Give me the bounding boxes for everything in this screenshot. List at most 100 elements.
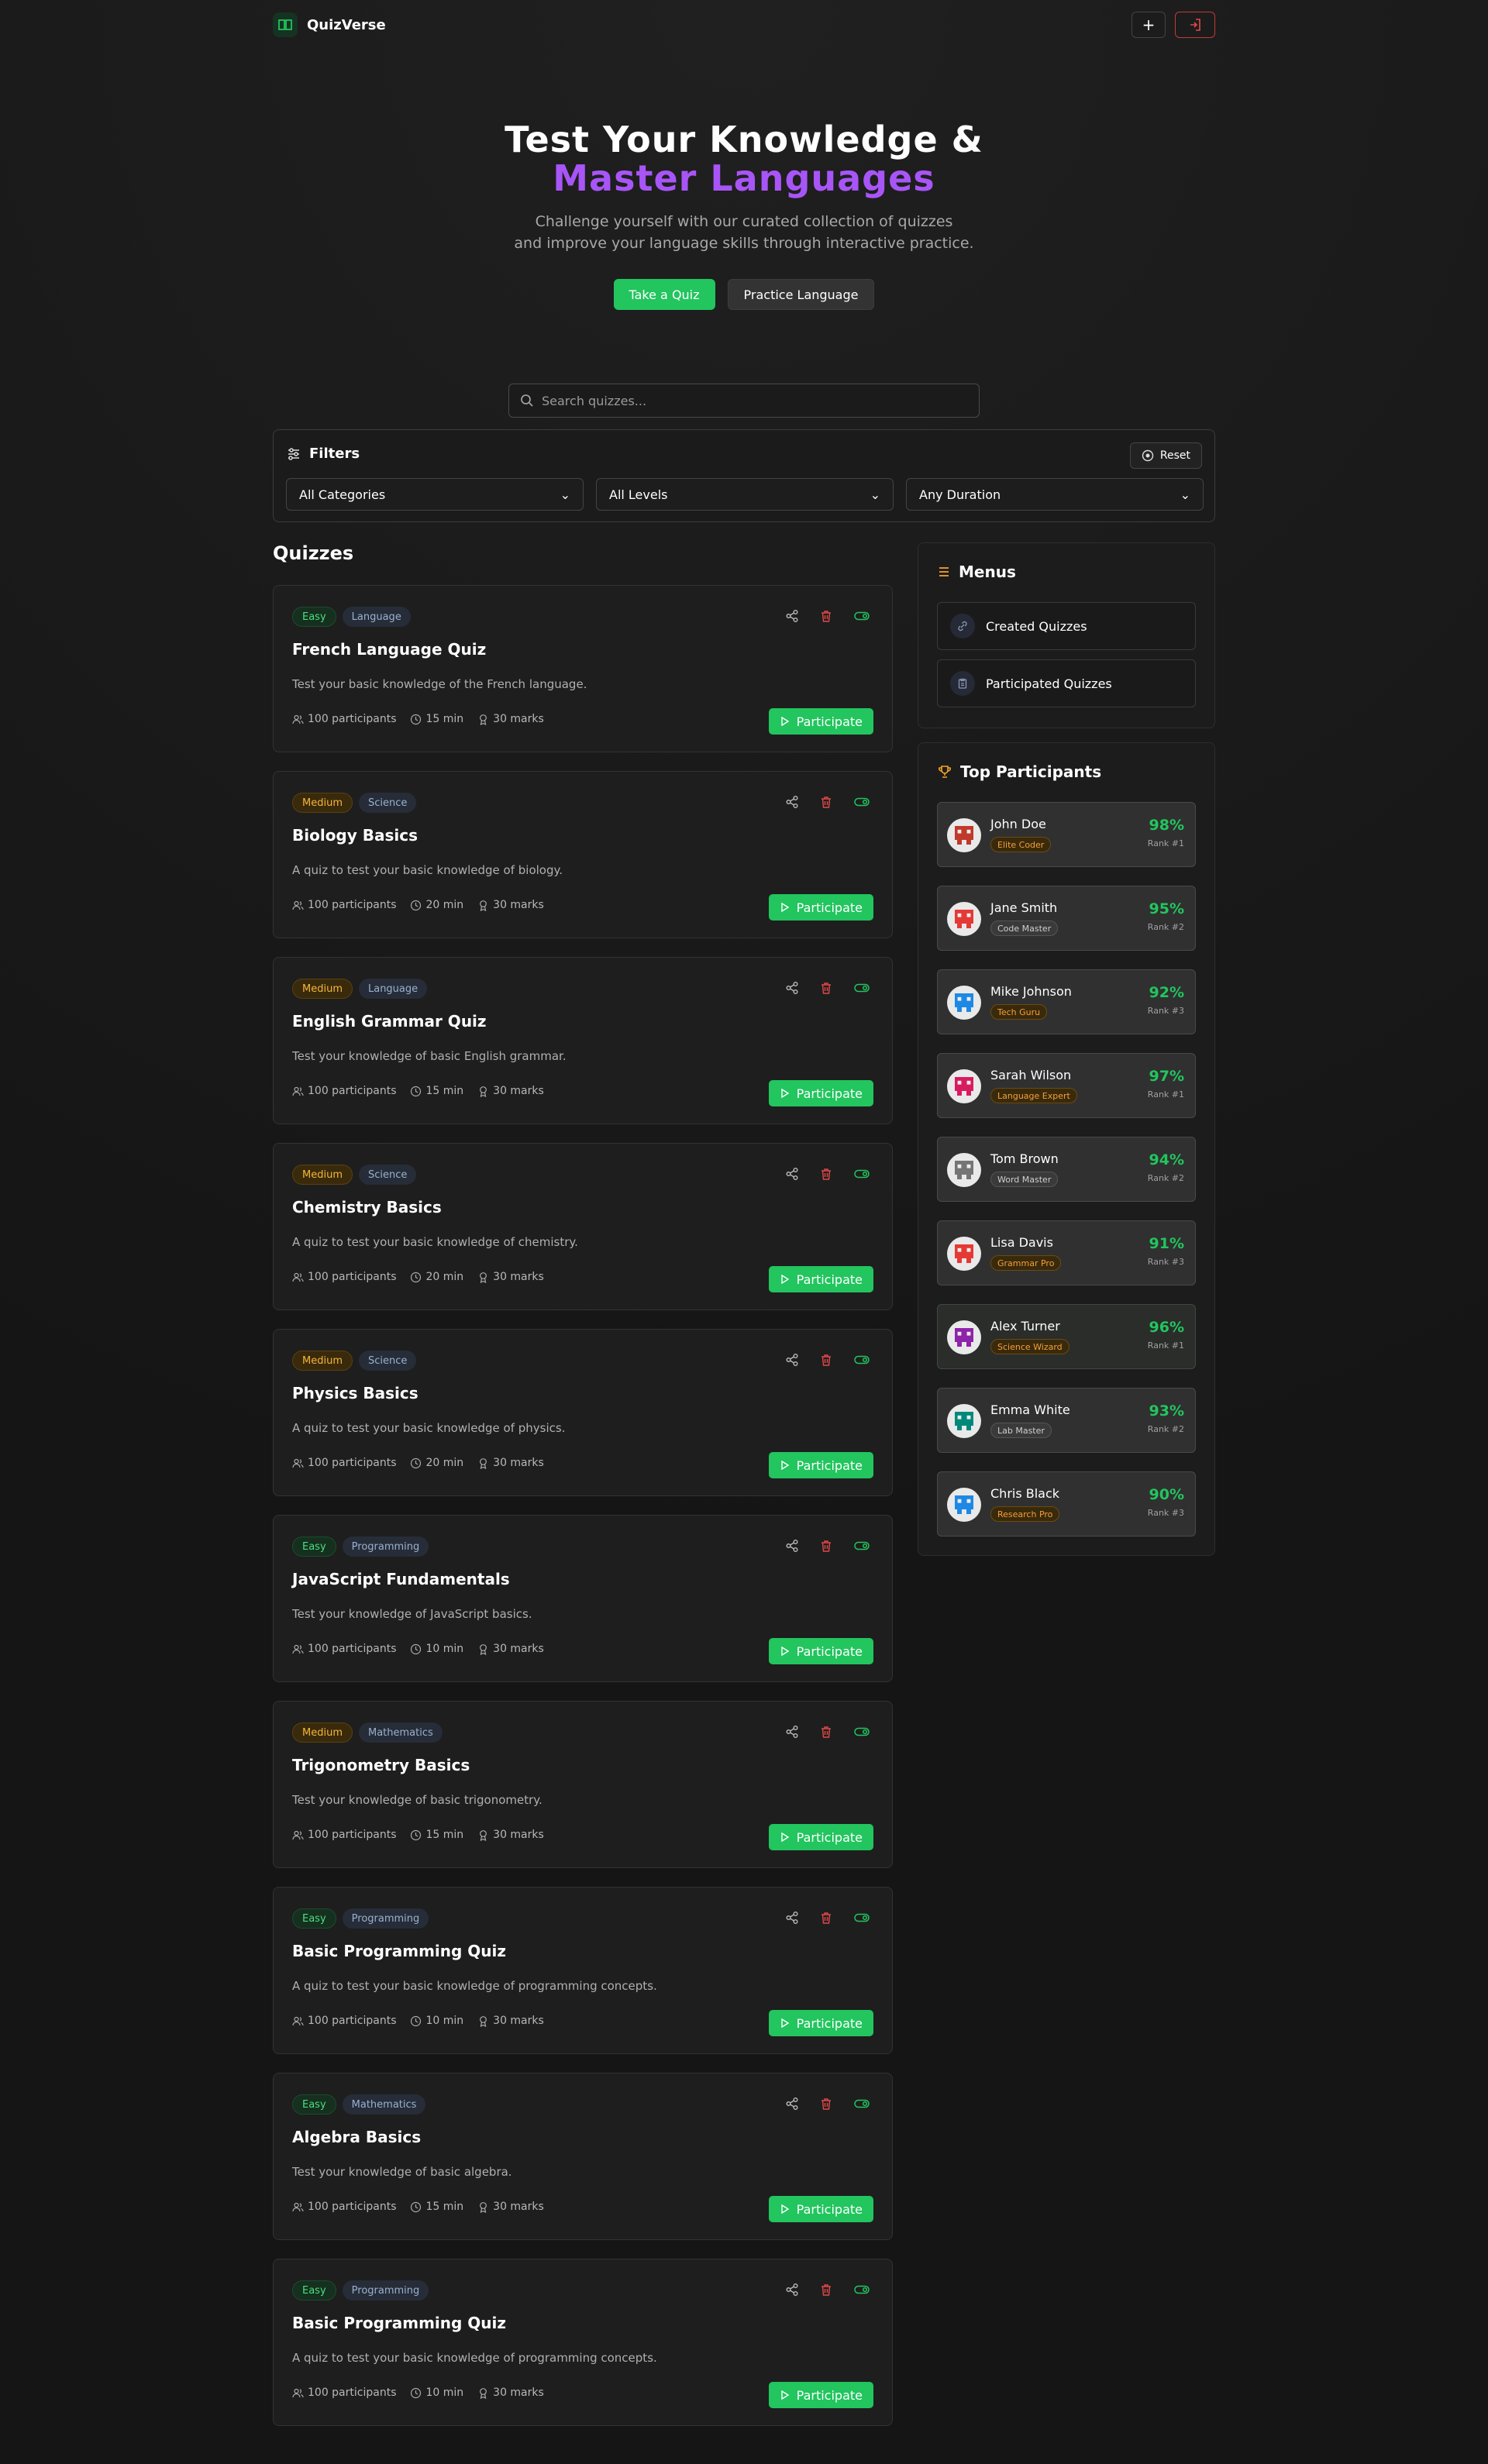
trash-icon[interactable] bbox=[819, 1167, 833, 1181]
participant-name: Jane Smith bbox=[990, 900, 1058, 915]
trash-icon[interactable] bbox=[819, 1539, 833, 1553]
share-icon[interactable] bbox=[785, 1725, 799, 1739]
participate-button[interactable]: Participate bbox=[768, 2196, 873, 2222]
participate-label: Participate bbox=[796, 1829, 863, 1845]
participant-card[interactable]: Jane Smith Code Master 95% Rank #2 bbox=[937, 886, 1196, 951]
login-button[interactable] bbox=[1175, 12, 1215, 38]
take-quiz-button[interactable]: Take a Quiz bbox=[613, 279, 715, 310]
toggle-icon[interactable] bbox=[853, 1725, 870, 1739]
participate-label: Participate bbox=[796, 900, 863, 915]
participant-card[interactable]: Tom Brown Word Master 94% Rank #2 bbox=[937, 1137, 1196, 1202]
practice-language-button[interactable]: Practice Language bbox=[727, 279, 875, 310]
search-box bbox=[508, 384, 980, 418]
play-icon bbox=[780, 716, 789, 727]
trash-icon[interactable] bbox=[819, 2283, 833, 2297]
participate-button[interactable]: Participate bbox=[768, 708, 873, 735]
participate-button[interactable]: Participate bbox=[768, 894, 873, 921]
participant-badge: Lab Master bbox=[990, 1423, 1052, 1438]
toggle-icon[interactable] bbox=[853, 1353, 870, 1367]
duration-select[interactable]: Any Duration ⌄ bbox=[906, 478, 1204, 511]
difficulty-badge: Medium bbox=[292, 1351, 353, 1371]
category-badge: Programming bbox=[342, 1908, 429, 1929]
participate-button[interactable]: Participate bbox=[768, 1452, 873, 1478]
created-quizzes-menu-item[interactable]: Created Quizzes bbox=[937, 602, 1196, 650]
participate-button[interactable]: Participate bbox=[768, 2382, 873, 2408]
category-badge: Language bbox=[358, 979, 428, 999]
participant-card[interactable]: Mike Johnson Tech Guru 92% Rank #3 bbox=[937, 969, 1196, 1034]
participants-count: 100 participants bbox=[308, 899, 397, 911]
share-icon[interactable] bbox=[785, 2283, 799, 2297]
participant-name: Sarah Wilson bbox=[990, 1068, 1072, 1082]
participants-count: 100 participants bbox=[308, 2015, 397, 2027]
trash-icon[interactable] bbox=[819, 1911, 833, 1925]
clock-icon bbox=[411, 2201, 422, 2212]
participants-count: 100 participants bbox=[308, 1829, 397, 1841]
quiz-card: Medium Language English Grammar Quiz Tes… bbox=[273, 957, 893, 1124]
toggle-icon[interactable] bbox=[853, 2097, 870, 2111]
participate-button[interactable]: Participate bbox=[768, 2010, 873, 2036]
category-badge: Science bbox=[358, 1351, 417, 1371]
toggle-icon[interactable] bbox=[853, 1539, 870, 1553]
toggle-icon[interactable] bbox=[853, 609, 870, 623]
category-select[interactable]: All Categories ⌄ bbox=[286, 478, 584, 511]
share-icon[interactable] bbox=[785, 2097, 799, 2111]
participant-score: 93% bbox=[1149, 1402, 1184, 1420]
quiz-description: A quiz to test your basic knowledge of b… bbox=[292, 863, 563, 877]
quiz-marks: 30 marks bbox=[493, 1457, 544, 1469]
quiz-card: Easy Programming Basic Programming Quiz … bbox=[273, 2259, 893, 2426]
trash-icon[interactable] bbox=[819, 609, 833, 623]
participant-card[interactable]: Emma White Lab Master 93% Rank #2 bbox=[937, 1388, 1196, 1453]
participate-button[interactable]: Participate bbox=[768, 1638, 873, 1664]
brand[interactable]: QuizVerse bbox=[273, 12, 386, 37]
reset-button[interactable]: Reset bbox=[1129, 442, 1202, 469]
share-icon[interactable] bbox=[785, 1911, 799, 1925]
play-icon bbox=[780, 1646, 789, 1657]
participant-card[interactable]: Lisa Davis Grammar Pro 91% Rank #3 bbox=[937, 1220, 1196, 1285]
participant-card[interactable]: Chris Black Research Pro 90% Rank #3 bbox=[937, 1471, 1196, 1537]
participant-rank: Rank #1 bbox=[1147, 838, 1184, 848]
award-icon bbox=[480, 714, 487, 725]
play-icon bbox=[780, 2204, 789, 2215]
trash-icon[interactable] bbox=[819, 981, 833, 995]
participant-card[interactable]: Alex Turner Science Wizard 96% Rank #1 bbox=[937, 1304, 1196, 1369]
toggle-icon[interactable] bbox=[853, 1167, 870, 1181]
difficulty-badge: Easy bbox=[292, 607, 336, 627]
trash-icon[interactable] bbox=[819, 795, 833, 809]
share-icon[interactable] bbox=[785, 1353, 799, 1367]
share-icon[interactable] bbox=[785, 981, 799, 995]
participate-button[interactable]: Participate bbox=[768, 1266, 873, 1292]
share-icon[interactable] bbox=[785, 795, 799, 809]
category-badge: Programming bbox=[342, 2280, 429, 2301]
trash-icon[interactable] bbox=[819, 1353, 833, 1367]
participate-button[interactable]: Participate bbox=[768, 1824, 873, 1850]
participant-card[interactable]: Sarah Wilson Language Expert 97% Rank #1 bbox=[937, 1053, 1196, 1118]
share-icon[interactable] bbox=[785, 1167, 799, 1181]
avatar bbox=[947, 818, 981, 852]
quiz-marks: 30 marks bbox=[493, 1085, 544, 1097]
participated-quizzes-menu-item[interactable]: Participated Quizzes bbox=[937, 659, 1196, 707]
trash-icon[interactable] bbox=[819, 1725, 833, 1739]
share-icon[interactable] bbox=[785, 609, 799, 623]
clock-icon bbox=[411, 1829, 422, 1840]
toggle-icon[interactable] bbox=[853, 795, 870, 809]
toggle-icon[interactable] bbox=[853, 981, 870, 995]
level-select[interactable]: All Levels ⌄ bbox=[596, 478, 894, 511]
participant-badge: Language Expert bbox=[990, 1088, 1077, 1103]
award-icon bbox=[480, 1086, 487, 1097]
search-input[interactable] bbox=[542, 393, 960, 408]
participant-score: 98% bbox=[1149, 817, 1184, 834]
category-badge: Mathematics bbox=[358, 1722, 443, 1743]
add-quiz-button[interactable]: + bbox=[1132, 12, 1166, 38]
share-icon[interactable] bbox=[785, 1539, 799, 1553]
toggle-icon[interactable] bbox=[853, 2283, 870, 2297]
trash-icon[interactable] bbox=[819, 2097, 833, 2111]
avatar bbox=[947, 986, 981, 1020]
participant-card[interactable]: John Doe Elite Coder 98% Rank #1 bbox=[937, 802, 1196, 867]
award-icon bbox=[480, 2201, 487, 2213]
quiz-description: A quiz to test your basic knowledge of p… bbox=[292, 2351, 657, 2365]
chevron-down-icon: ⌄ bbox=[1180, 487, 1190, 502]
award-icon bbox=[480, 1643, 487, 1655]
users-icon bbox=[292, 900, 304, 910]
toggle-icon[interactable] bbox=[853, 1911, 870, 1925]
participate-button[interactable]: Participate bbox=[768, 1080, 873, 1106]
